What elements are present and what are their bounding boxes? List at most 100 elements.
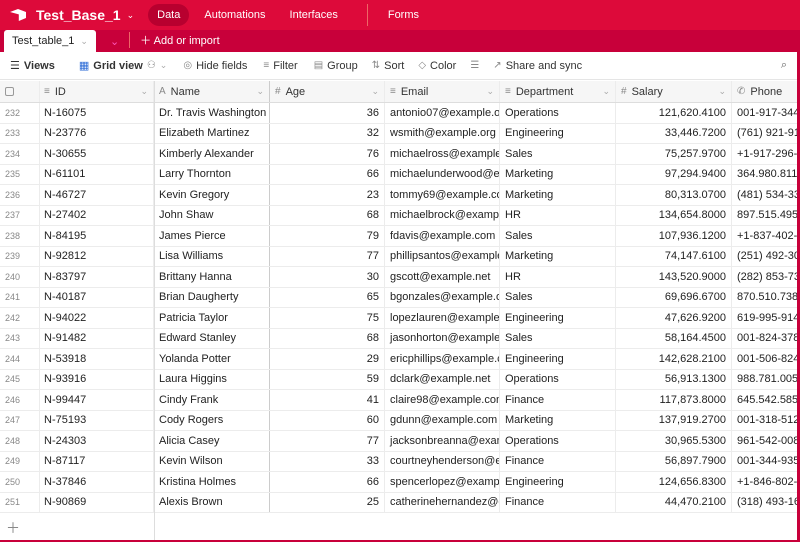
table-row[interactable]: 238 N-84195 James Pierce 79 fdavis@example.c… [0,226,797,247]
table-row[interactable]: 236 N-46727 Kevin Gregory 23 tommy69@example… [0,185,797,206]
name-cell[interactable]: Laura Higgins [154,369,270,389]
department-cell[interactable]: Marketing [500,185,616,205]
department-cell[interactable]: Engineering [500,308,616,328]
department-cell[interactable]: Operations [500,369,616,389]
age-cell[interactable]: 30 [270,267,385,287]
id-cell[interactable]: N-37846 [40,472,154,492]
chevron-down-icon[interactable]: ⌄ [127,10,135,21]
views-button[interactable]: ☰ Views [10,59,55,73]
department-cell[interactable]: Sales [500,144,616,164]
email-cell[interactable]: gdunn@example.com [385,410,500,430]
name-cell[interactable]: Larry Thornton [154,164,270,184]
search-icon[interactable]: ⌕ [781,59,787,72]
group-button[interactable]: ▤ Group [314,60,358,72]
name-cell[interactable]: Kimberly Alexander [154,144,270,164]
department-cell[interactable]: Operations [500,103,616,123]
table-row[interactable]: 235 N-61101 Larry Thornton 66 michaelunderwo… [0,164,797,185]
age-cell[interactable]: 65 [270,287,385,307]
email-cell[interactable]: claire98@example.com [385,390,500,410]
color-button[interactable]: ◇ Color [418,60,456,72]
table-row[interactable]: 240 N-83797 Brittany Hanna 30 gscott@example… [0,267,797,288]
nav-forms[interactable]: Forms [366,4,428,26]
table-row[interactable]: 244 N-53918 Yolanda Potter 29 ericphillips@e… [0,349,797,370]
id-cell[interactable]: N-83797 [40,267,154,287]
column-header-id[interactable]: ≡ ID ⌄ [40,81,154,102]
name-cell[interactable]: Kevin Gregory [154,185,270,205]
id-cell[interactable]: N-46727 [40,185,154,205]
id-cell[interactable]: N-61101 [40,164,154,184]
column-header-name[interactable]: A Name ⌄ [154,81,270,102]
department-cell[interactable]: Sales [500,226,616,246]
department-cell[interactable]: HR [500,205,616,225]
salary-cell[interactable]: 121,620.4100 [616,103,732,123]
salary-cell[interactable]: 107,936.1200 [616,226,732,246]
name-cell[interactable]: Alexis Brown [154,492,270,512]
chevron-down-icon[interactable]: ⌄ [486,86,494,97]
id-cell[interactable]: N-94022 [40,308,154,328]
age-cell[interactable]: 68 [270,328,385,348]
name-cell[interactable]: Brittany Hanna [154,267,270,287]
email-cell[interactable]: catherinehernandez@example.com [385,492,500,512]
salary-cell[interactable]: 56,913.1300 [616,369,732,389]
age-cell[interactable]: 23 [270,185,385,205]
table-row[interactable]: 250 N-37846 Kristina Holmes 66 spencerlopez@… [0,472,797,493]
id-cell[interactable]: N-99447 [40,390,154,410]
phone-cell[interactable]: (282) 853-7301 [732,267,797,287]
email-cell[interactable]: dclark@example.net [385,369,500,389]
salary-cell[interactable]: 143,520.9000 [616,267,732,287]
age-cell[interactable]: 75 [270,308,385,328]
age-cell[interactable]: 66 [270,164,385,184]
name-cell[interactable]: Alicia Casey [154,431,270,451]
salary-cell[interactable]: 69,696.6700 [616,287,732,307]
name-cell[interactable]: John Shaw [154,205,270,225]
salary-cell[interactable]: 80,313.0700 [616,185,732,205]
id-cell[interactable]: N-90869 [40,492,154,512]
table-row[interactable]: 243 N-91482 Edward Stanley 68 jasonhorton@ex… [0,328,797,349]
age-cell[interactable]: 60 [270,410,385,430]
id-cell[interactable]: N-27402 [40,205,154,225]
phone-cell[interactable]: 961-542-0088x43 [732,431,797,451]
phone-cell[interactable]: 988.781.0054x72 [732,370,797,390]
phone-cell[interactable]: 001-344-935-639 [732,452,797,472]
salary-cell[interactable]: 74,147.6100 [616,246,732,266]
name-cell[interactable]: Elizabeth Martinez [154,123,270,143]
age-cell[interactable]: 36 [270,103,385,123]
row-height-button[interactable]: ☰ [470,60,479,71]
grid-view-button[interactable]: ▦ Grid view ⚇ ⌄ [79,59,167,73]
id-cell[interactable]: N-87117 [40,451,154,471]
email-cell[interactable]: spencerlopez@example.com [385,472,500,492]
name-cell[interactable]: Cody Rogers [154,410,270,430]
age-cell[interactable]: 32 [270,123,385,143]
age-cell[interactable]: 29 [270,349,385,369]
app-logo-icon[interactable] [10,9,26,21]
email-cell[interactable]: bgonzales@example.org [385,287,500,307]
salary-cell[interactable]: 117,873.8000 [616,390,732,410]
id-cell[interactable]: N-92812 [40,246,154,266]
age-cell[interactable]: 79 [270,226,385,246]
name-cell[interactable]: Edward Stanley [154,328,270,348]
email-cell[interactable]: phillipsantos@example.net [385,246,500,266]
table-row[interactable]: 247 N-75193 Cody Rogers 60 gdunn@example.com… [0,410,797,431]
sort-button[interactable]: ⇅ Sort [372,60,405,72]
phone-cell[interactable]: +1-837-402-7221 [732,226,797,246]
email-cell[interactable]: michaelunderwood@example.com [385,164,500,184]
chevron-down-icon[interactable]: ⌄ [140,86,148,97]
id-cell[interactable]: N-40187 [40,287,154,307]
name-cell[interactable]: Kristina Holmes [154,472,270,492]
email-cell[interactable]: gscott@example.net [385,267,500,287]
department-cell[interactable]: Finance [500,451,616,471]
column-header-salary[interactable]: # Salary ⌄ [616,81,732,102]
name-cell[interactable]: Patricia Taylor [154,308,270,328]
email-cell[interactable]: jasonhorton@example.com [385,328,500,348]
email-cell[interactable]: ericphillips@example.com [385,349,500,369]
department-cell[interactable]: Sales [500,328,616,348]
id-cell[interactable]: N-53918 [40,349,154,369]
department-cell[interactable]: Finance [500,492,616,512]
phone-cell[interactable]: (481) 534-3388 [732,185,797,205]
name-cell[interactable]: Dr. Travis Washington Jr. [154,103,270,123]
salary-cell[interactable]: 44,470.2100 [616,492,732,512]
id-cell[interactable]: N-75193 [40,410,154,430]
email-cell[interactable]: courtneyhenderson@example.com [385,451,500,471]
phone-cell[interactable]: +1-846-802-854 [732,472,797,492]
add-row-button[interactable]: ＋ [0,513,797,540]
